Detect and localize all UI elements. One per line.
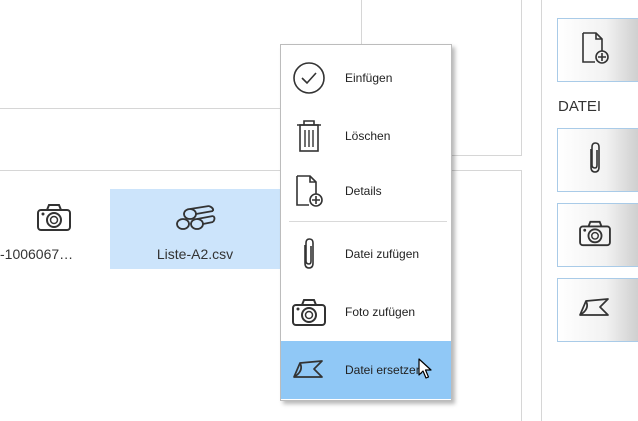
camera-icon [287,283,331,341]
context-menu: Einfügen Löschen Details Datei zufügen F… [280,44,452,401]
side-panel-divider [541,0,542,421]
menu-item-label: Datei ersetzen [345,363,423,377]
add-photo-button[interactable] [557,203,638,267]
menu-item-label: Foto zufügen [345,305,416,319]
camera-icon [0,202,108,237]
file-name: Liste-A2.csv [156,246,234,262]
menu-item-delete[interactable]: Löschen [281,107,451,165]
top-panel-right-border [361,0,362,46]
mouse-cursor-icon [418,358,432,385]
file-name: -1006067… [0,246,74,262]
side-panel-heading: DATEI [558,98,602,115]
top-right-panel-border [521,0,522,156]
files-panel-right-border [521,170,522,421]
paperclip-icon [287,225,331,283]
logs-icon [110,202,280,237]
file-tile-csv[interactable]: Liste-A2.csv [110,189,280,269]
menu-item-label: Löschen [345,129,391,143]
checkmark-circle-icon [287,49,331,107]
menu-item-label: Datei zufügen [345,247,420,261]
menu-item-paste[interactable]: Einfügen [281,49,451,107]
new-document-icon [287,162,331,220]
file-tile-photo[interactable]: -1006067… [0,189,108,269]
trash-icon [287,107,331,165]
replace-arrow-icon [578,295,618,326]
attach-file-button[interactable] [557,128,638,192]
menu-separator [289,221,447,222]
menu-item-details[interactable]: Details [281,162,451,220]
replace-file-button[interactable] [557,278,638,342]
menu-item-add-photo[interactable]: Foto zufügen [281,283,451,341]
menu-item-replace-file[interactable]: Datei ersetzen [281,341,451,399]
menu-item-label: Details [345,184,382,198]
top-panel-right-bottom-border [452,155,522,156]
files-panel-top-border [0,170,280,171]
camera-icon [578,219,618,252]
new-document-icon [580,31,616,70]
files-panel-top-border-right [452,170,522,171]
replace-arrow-icon [287,341,331,399]
menu-item-label: Einfügen [345,71,393,85]
new-document-button[interactable] [557,18,638,82]
menu-item-attach-file[interactable]: Datei zufügen [281,225,451,283]
paperclip-icon [585,141,611,180]
